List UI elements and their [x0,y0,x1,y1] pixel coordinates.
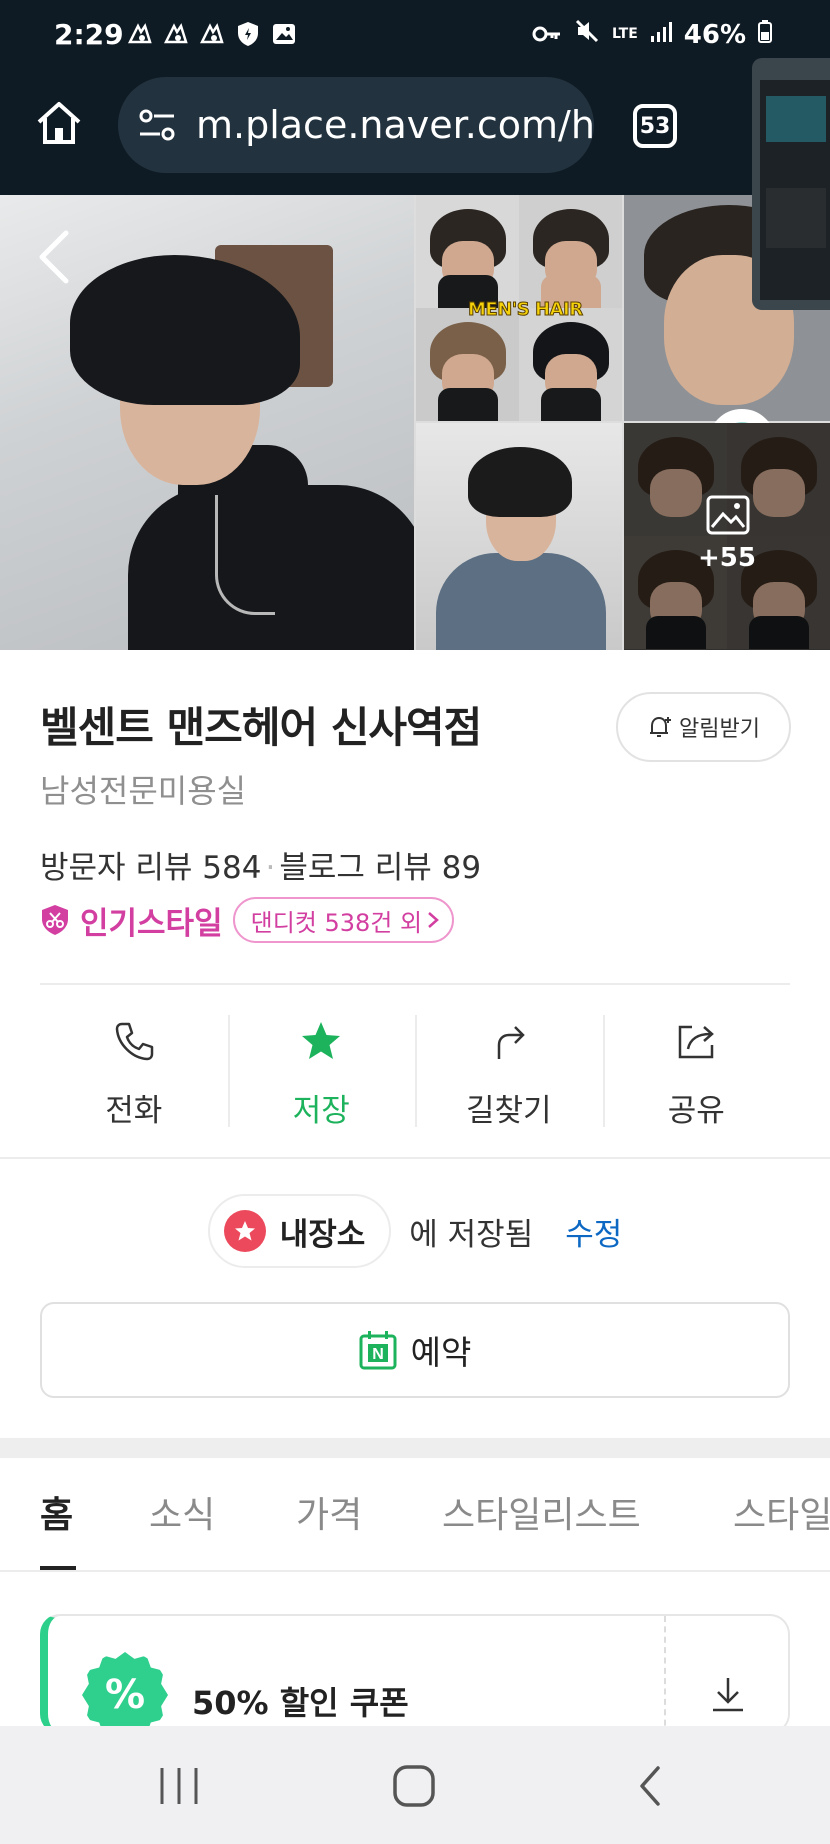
popular-style-chip[interactable]: 댄디컷 538건 외 [232,897,455,943]
saved-star-icon [223,1210,266,1252]
status-time: 2:29 [54,18,124,51]
image-icon [269,20,299,48]
popular-style-label: 인기스타일 [80,905,223,942]
edit-saved-link[interactable]: 수정 [565,1209,622,1254]
battery-percent: 46% [683,19,746,50]
chevron-left-icon [39,230,69,284]
naver-booking-icon: N [359,1331,397,1370]
reserve-label: 예약 [410,1333,472,1372]
signal-icon [650,20,672,50]
home-icon [37,102,81,144]
call-button[interactable]: 전화 [40,1015,228,1130]
gallery-icon [706,495,750,535]
save-button[interactable]: 저장 [227,1015,416,1130]
popular-style-row: 인기스타일 댄디컷 538건 외 [40,896,455,944]
saved-list-chip[interactable]: 내장소 [207,1194,392,1268]
coupon-title: 50% 할인 쿠폰 [192,1684,409,1722]
action-bar: 전화 저장 길찾기 공유 [40,1015,790,1130]
scissors-badge-icon [42,905,68,935]
directions-label: 길찾기 [465,1093,552,1129]
blog-reviews-link[interactable]: 블로그 리뷰 89 [279,850,481,886]
phone-icon [115,1022,153,1061]
battery-icon [758,19,772,50]
key-icon [532,20,562,50]
chevron-right-icon [428,912,439,928]
url-text[interactable]: m.place.naver.com/h [196,103,594,147]
popular-style-chip-label: 댄디컷 538건 외 [250,908,423,937]
separator-dot: · [265,850,276,886]
directions-icon [497,1026,525,1059]
place-title: 벨센트 맨즈헤어 신사역점 [40,703,482,752]
save-label: 저장 [292,1093,350,1129]
address-bar[interactable]: m.place.naver.com/h [118,77,594,173]
share-icon [679,1025,715,1059]
gallery-photo-4[interactable] [416,423,622,650]
section-separator [0,1438,830,1458]
coupon-divider [664,1616,666,1732]
photo-gallery: MEN'S HAIR +55 [0,195,830,650]
share-label: 공유 [667,1093,725,1129]
home-button[interactable] [34,98,84,148]
discount-badge-icon: % [82,1652,168,1732]
notification-icon [161,20,191,48]
back-button[interactable] [34,229,74,285]
star-icon [302,1022,341,1059]
shield-icon [233,20,263,48]
gallery-photo-2[interactable]: MEN'S HAIR [416,195,622,421]
call-label: 전화 [105,1093,163,1129]
tab-home[interactable]: 홈 [40,1486,73,1538]
status-bar: 2:29 LTE 46% [0,0,830,72]
download-icon[interactable] [708,1674,748,1714]
mute-icon [574,18,600,51]
saved-list-name: 내장소 [279,1216,366,1253]
gallery-photo-more[interactable]: +55 [624,423,830,650]
tab-bar: 홈 소식 가격 스타일리스트 스타일 [0,1458,830,1572]
notification-icon [197,20,227,48]
active-tab-indicator [40,1566,76,1570]
saved-status-row: 내장소 에 저장됨 수정 [0,1194,830,1268]
svg-text:N: N [372,1346,384,1363]
notification-icon [125,20,155,48]
divider [40,983,790,985]
alarm-button[interactable]: 알림받기 [616,692,791,762]
site-settings-icon[interactable] [138,107,176,143]
saved-status-text: 에 저장됨 [409,1216,534,1253]
status-notification-icons [125,20,299,48]
tab-price[interactable]: 가격 [296,1486,362,1538]
tab-stylist[interactable]: 스타일리스트 [442,1486,641,1538]
network-type: LTE [612,26,638,42]
photo-badge-text: MEN'S HAIR [468,299,584,321]
tab-switcher-button[interactable]: 53 [633,104,677,148]
system-navigation-bar [0,1726,830,1844]
alarm-label: 알림받기 [679,717,760,742]
place-category: 남성전문미용실 [40,772,247,810]
recent-apps-button[interactable] [154,1764,204,1808]
share-button[interactable]: 공유 [602,1015,791,1130]
review-counts: 방문자 리뷰 584 · 블로그 리뷰 89 [40,842,481,887]
tab-style[interactable]: 스타일 [733,1486,830,1538]
home-nav-button[interactable] [390,1764,440,1808]
back-nav-button[interactable] [626,1764,676,1808]
more-photos-count: +55 [698,543,756,573]
reserve-button[interactable]: N 예약 [40,1302,790,1398]
floating-preview-window[interactable] [752,58,830,310]
tab-news[interactable]: 소식 [149,1486,215,1538]
directions-button[interactable]: 길찾기 [415,1015,603,1130]
bell-plus-icon [650,716,672,737]
status-right-group: LTE 46% [532,18,772,51]
coupon-card[interactable]: % 50% 할인 쿠폰 [40,1614,790,1734]
divider [0,1157,830,1159]
visitor-reviews-link[interactable]: 방문자 리뷰 584 [40,850,261,886]
browser-toolbar: m.place.naver.com/h 53 [0,72,830,195]
